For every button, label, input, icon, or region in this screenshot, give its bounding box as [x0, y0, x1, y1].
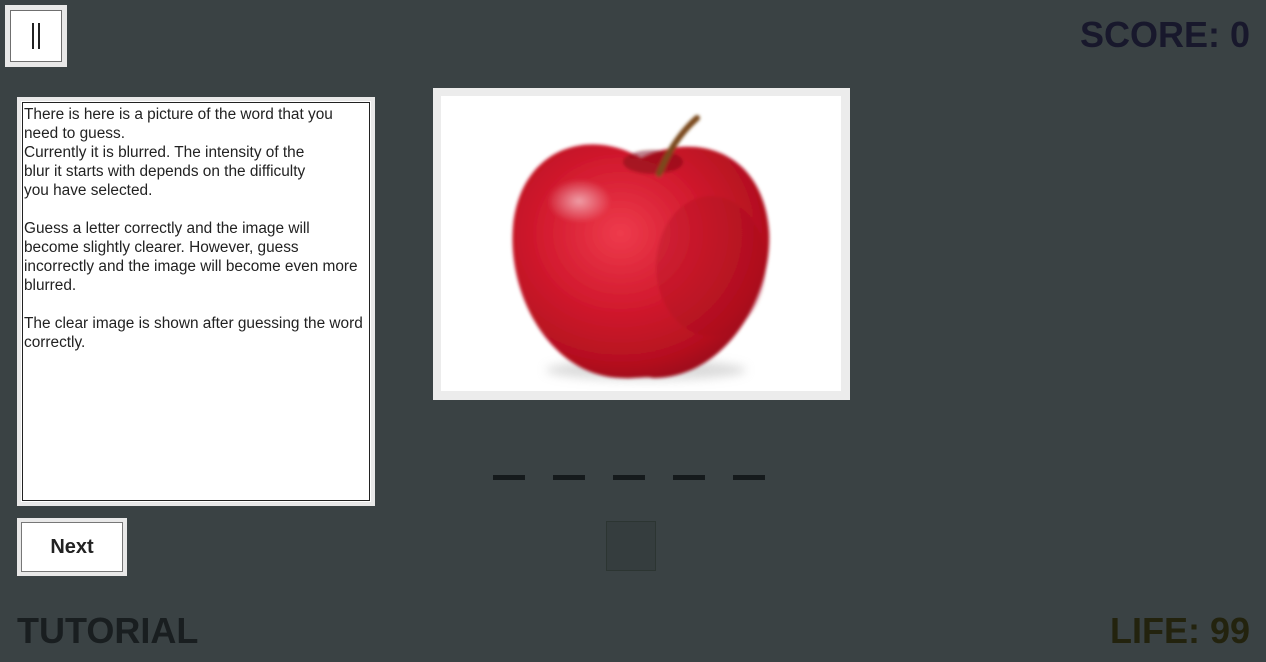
- blurred-apple-picture: [441, 96, 841, 391]
- letter-slot: [673, 475, 705, 480]
- tutorial-paragraph: The clear image is shown after guessing …: [24, 315, 363, 351]
- letter-slot: [553, 475, 585, 480]
- score-display: SCORE: 0: [1079, 14, 1250, 55]
- letter-slot: [493, 475, 525, 480]
- tutorial-text-area: There is here is a picture of the word t…: [22, 102, 370, 501]
- puzzle-image-frame: [433, 88, 850, 400]
- life-display: LIFE: 99: [1109, 610, 1250, 651]
- letter-slot: [733, 475, 765, 480]
- pause-icon: [10, 10, 62, 62]
- word-letter-slots: [493, 475, 765, 480]
- tutorial-panel: There is here is a picture of the word t…: [17, 97, 375, 506]
- next-button-label: Next: [21, 522, 123, 572]
- tutorial-paragraph: Guess a letter correctly and the image w…: [24, 220, 358, 294]
- pause-bar: [38, 23, 40, 49]
- mode-label: TUTORIAL: [17, 610, 199, 651]
- next-button[interactable]: Next: [17, 518, 127, 576]
- letter-input-box[interactable]: [606, 521, 656, 571]
- pause-bar: [32, 23, 34, 49]
- letter-slot: [613, 475, 645, 480]
- tutorial-paragraph: There is here is a picture of the word t…: [24, 106, 333, 199]
- pause-button[interactable]: [5, 5, 67, 67]
